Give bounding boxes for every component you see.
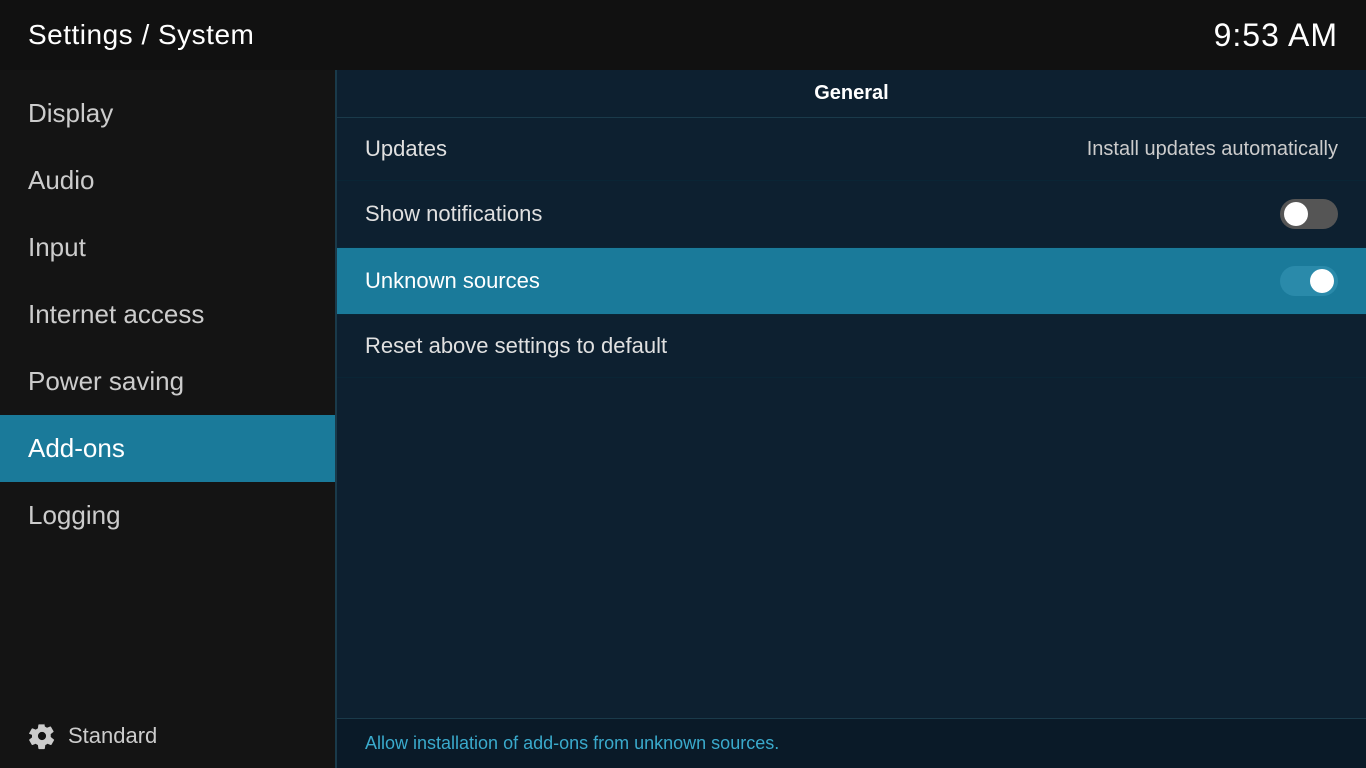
sidebar-item-display[interactable]: Display bbox=[0, 80, 335, 147]
sidebar-footer-label: Standard bbox=[68, 723, 157, 749]
sidebar-footer[interactable]: Standard bbox=[0, 704, 335, 768]
toggle-show-notifications[interactable] bbox=[1280, 199, 1338, 229]
sidebar-item-add-ons[interactable]: Add-ons bbox=[0, 415, 335, 482]
sidebar-label-audio: Audio bbox=[28, 165, 95, 196]
setting-row-show-notifications[interactable]: Show notifications bbox=[337, 181, 1366, 248]
setting-label-show-notifications: Show notifications bbox=[365, 201, 542, 227]
sidebar-label-display: Display bbox=[28, 98, 113, 129]
sidebar-item-internet-access[interactable]: Internet access bbox=[0, 281, 335, 348]
toggle-unknown-sources[interactable] bbox=[1280, 266, 1338, 296]
sidebar-label-input: Input bbox=[28, 232, 86, 263]
sidebar-item-audio[interactable]: Audio bbox=[0, 147, 335, 214]
setting-label-unknown-sources: Unknown sources bbox=[365, 268, 540, 294]
sidebar-item-power-saving[interactable]: Power saving bbox=[0, 348, 335, 415]
sidebar-item-input[interactable]: Input bbox=[0, 214, 335, 281]
header: Settings / System 9:53 AM bbox=[0, 0, 1366, 70]
sidebar-label-logging: Logging bbox=[28, 500, 121, 531]
main-layout: Display Audio Input Internet access Powe… bbox=[0, 70, 1366, 768]
sidebar-item-logging[interactable]: Logging bbox=[0, 482, 335, 549]
setting-row-reset[interactable]: Reset above settings to default bbox=[337, 315, 1366, 378]
content-area: General Updates Install updates automati… bbox=[337, 70, 1366, 768]
settings-list: Updates Install updates automatically Sh… bbox=[337, 118, 1366, 718]
setting-label-updates: Updates bbox=[365, 136, 447, 162]
gear-icon bbox=[28, 722, 56, 750]
description-text: Allow installation of add-ons from unkno… bbox=[365, 733, 779, 753]
clock: 9:53 AM bbox=[1214, 17, 1338, 54]
sidebar-label-add-ons: Add-ons bbox=[28, 433, 125, 464]
setting-label-reset: Reset above settings to default bbox=[365, 333, 667, 359]
description-bar: Allow installation of add-ons from unkno… bbox=[337, 718, 1366, 768]
setting-row-unknown-sources[interactable]: Unknown sources bbox=[337, 248, 1366, 315]
section-title: General bbox=[814, 82, 888, 104]
section-header: General bbox=[337, 70, 1366, 118]
setting-value-updates: Install updates automatically bbox=[1087, 138, 1338, 161]
sidebar-label-power-saving: Power saving bbox=[28, 366, 184, 397]
sidebar-label-internet-access: Internet access bbox=[28, 299, 204, 330]
sidebar: Display Audio Input Internet access Powe… bbox=[0, 70, 335, 768]
setting-row-updates[interactable]: Updates Install updates automatically bbox=[337, 118, 1366, 181]
page-title: Settings / System bbox=[28, 19, 254, 51]
